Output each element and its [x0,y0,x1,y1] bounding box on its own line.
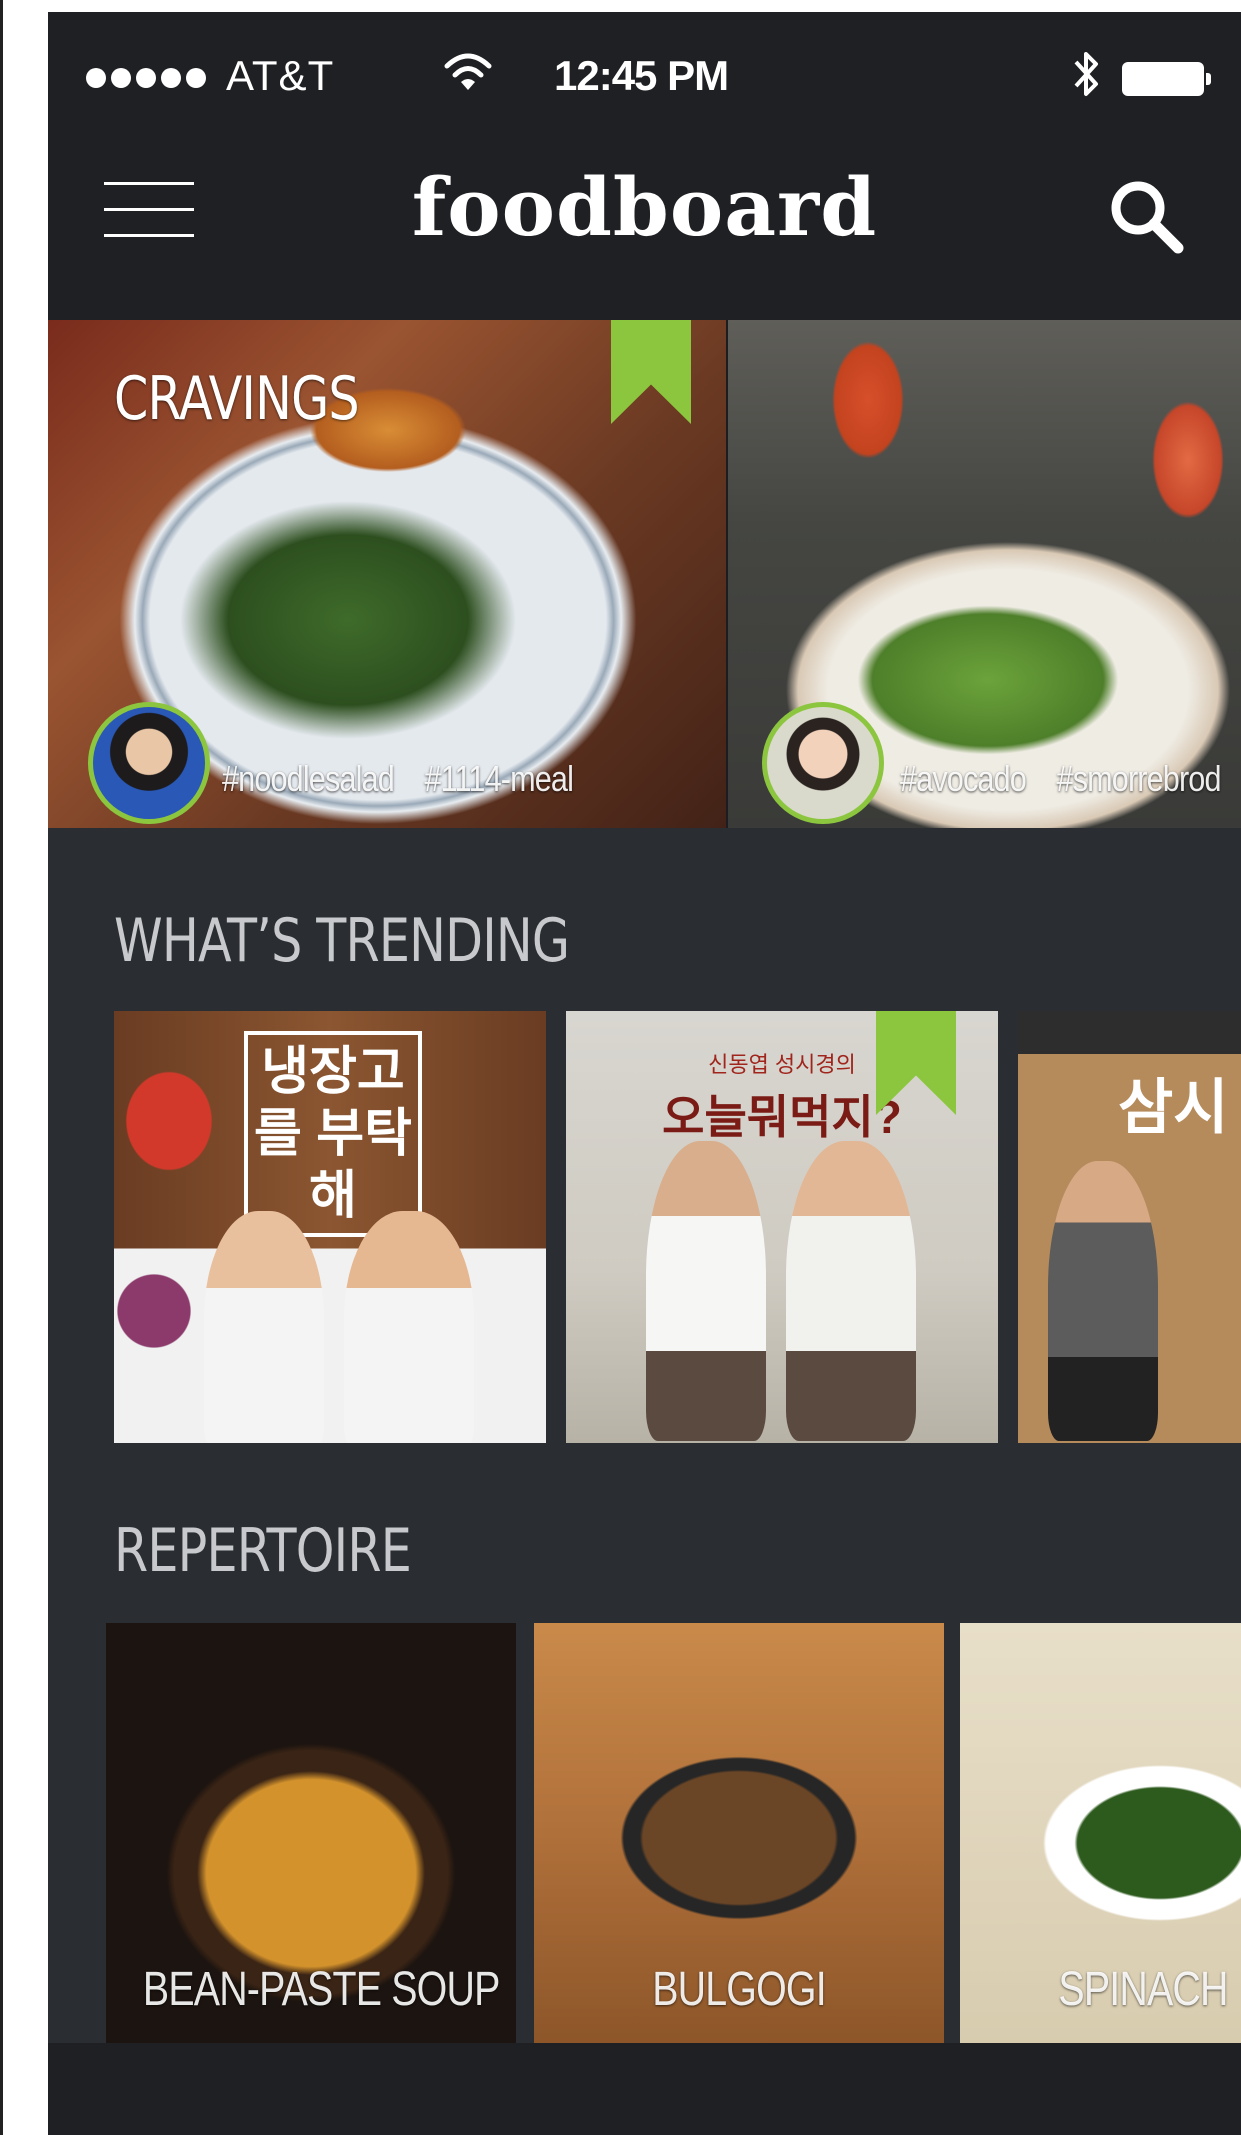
craving-card[interactable]: CRAVINGS #noodlesalad #1114-meal [48,320,728,828]
carrier-label: AT&T [226,52,335,99]
trending-show-card[interactable]: 냉장고 를 부탁해 [114,1011,546,1443]
craving-card[interactable]: #avocado #smorrebrod [728,320,1241,828]
search-icon[interactable] [1106,176,1186,256]
battery-icon [1122,62,1211,96]
clock: 12:45 PM [554,52,729,99]
hashtag-link[interactable]: #noodlesalad [222,758,395,800]
cravings-title: CRAVINGS [114,364,360,434]
hashtag-link[interactable]: #smorrebrod [1057,758,1222,800]
avatar[interactable] [762,702,884,824]
hashtag-link[interactable]: #avocado [900,758,1027,800]
repertoire-title: REPERTOIRE [114,1516,412,1586]
recipe-card[interactable]: BEAN-PASTE SOUP [106,1623,516,2043]
recipe-label: BULGOGI [652,1963,826,2016]
show-title: 삼시 [1118,1074,1229,1141]
hashtags: #avocado #smorrebrod [900,758,1221,800]
bluetooth-icon [1068,48,1104,114]
recipe-label: BEAN-PASTE SOUP [142,1963,500,2016]
bookmark-icon[interactable] [611,320,691,424]
host-figure [344,1211,474,1443]
trending-show-card[interactable]: 신동엽 성시경의 오늘뭐먹지? [566,1011,998,1443]
app-title: foodboard [411,160,878,254]
host-figure [786,1141,916,1441]
repertoire-carousel[interactable]: BEAN-PASTE SOUP BULGOGI SPINACH [106,1623,1241,2043]
bottom-bar [48,2043,1241,2135]
trending-title: WHAT’S TRENDING [114,906,570,976]
recipe-label: SPINACH [1058,1963,1228,2016]
cravings-carousel[interactable]: CRAVINGS #noodlesalad #1114-meal #avocad… [48,320,1241,828]
trending-carousel[interactable]: 냉장고 를 부탁해 신동엽 성시경의 오늘뭐먹지? 삼시 [114,1011,1241,1443]
hashtags: #noodlesalad #1114-meal [222,758,574,800]
avatar[interactable] [88,702,210,824]
show-title: 냉장고 를 부탁해 [244,1031,422,1237]
recipe-card[interactable]: BULGOGI [534,1623,944,2043]
status-bar: AT&T 12:45 PM [48,48,1241,108]
recipe-card[interactable]: SPINACH [960,1623,1241,2043]
app-screen: AT&T 12:45 PM foodboard CRAVINGS #noodle… [48,12,1241,2135]
frame-edge [0,0,3,2135]
host-figure [204,1211,324,1443]
signal-strength-icon [86,68,206,88]
host-figure [646,1141,766,1441]
top-bar: AT&T 12:45 PM foodboard [48,12,1241,320]
trending-show-card[interactable]: 삼시 [1018,1011,1241,1443]
hashtag-link[interactable]: #1114-meal [424,758,573,800]
host-figure [1048,1161,1158,1441]
wifi-icon [443,48,493,108]
